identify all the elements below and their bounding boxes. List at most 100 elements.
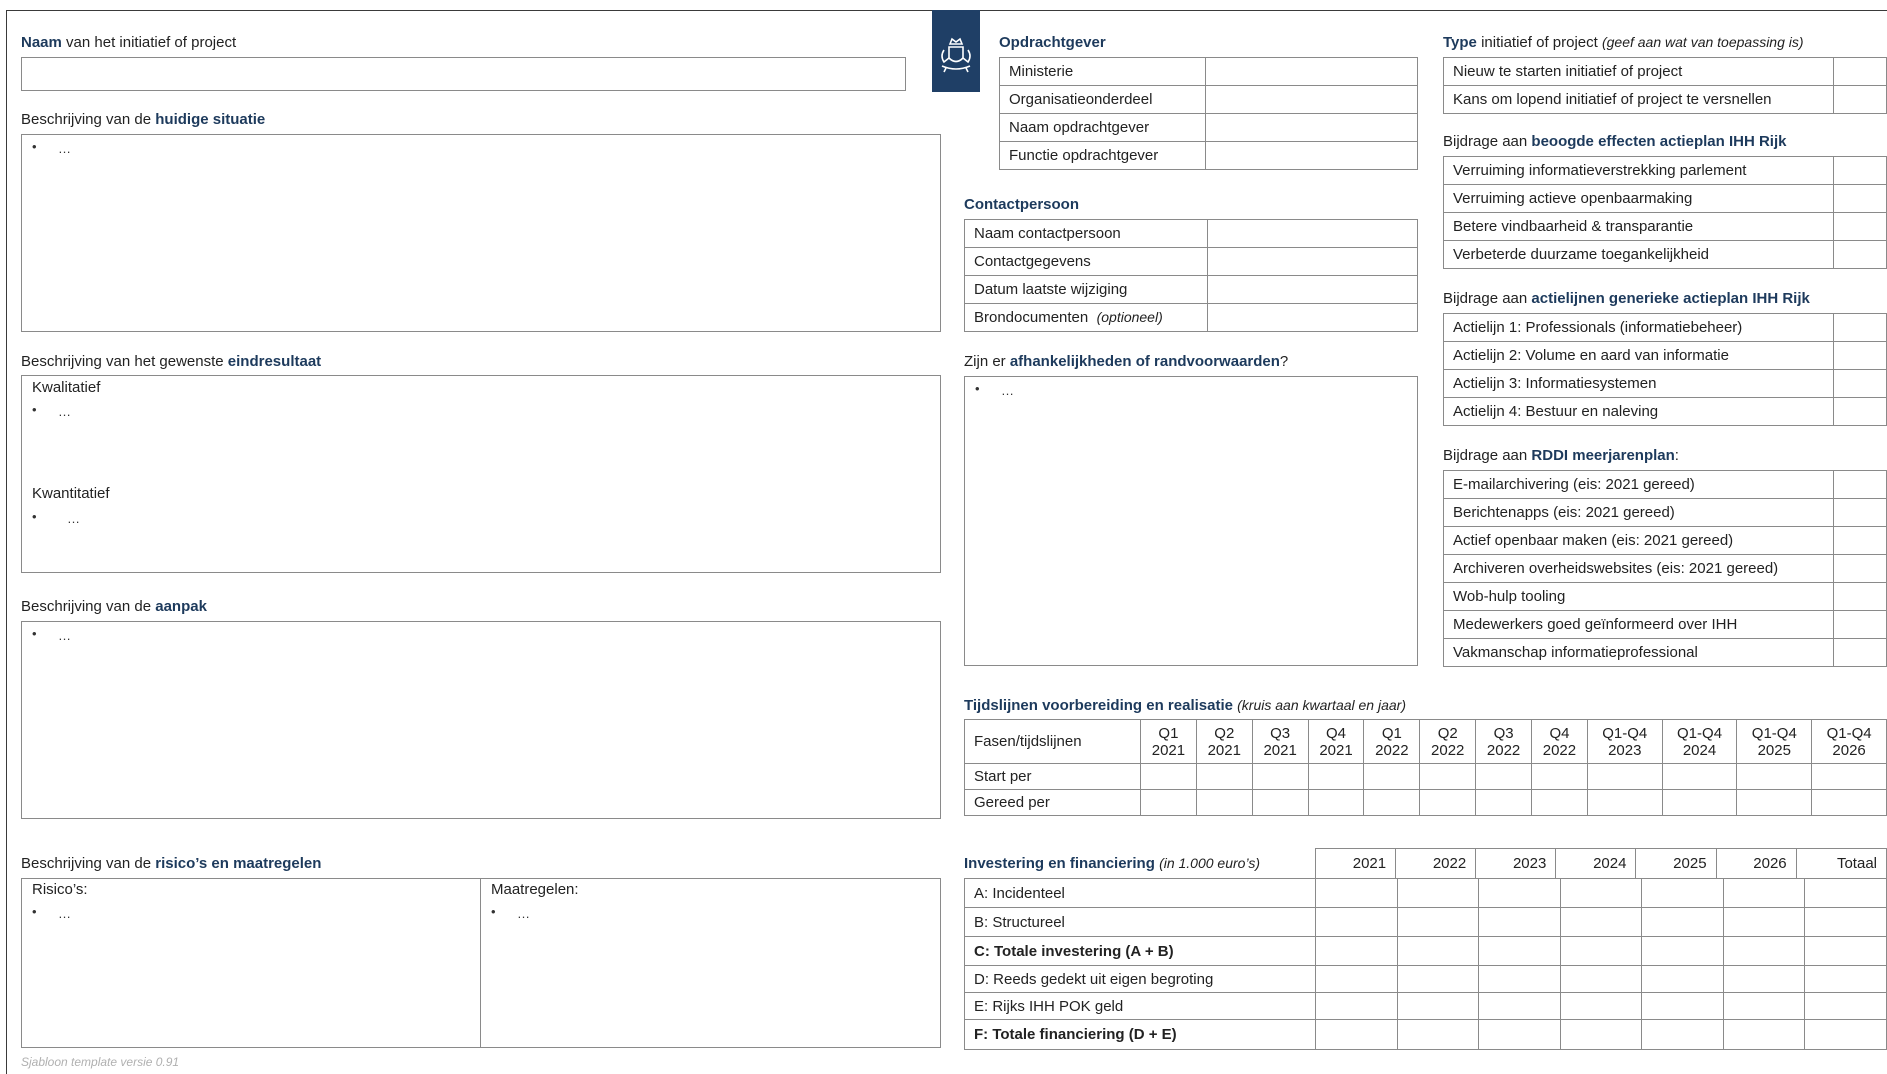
check-cell[interactable] <box>1833 397 1887 426</box>
tick-cell[interactable] <box>1307 789 1365 816</box>
amount-cell[interactable] <box>1396 992 1480 1020</box>
tick-cell[interactable] <box>1531 789 1588 816</box>
amount-cell[interactable] <box>1804 907 1887 937</box>
amount-cell[interactable] <box>1559 992 1643 1020</box>
amount-cell[interactable] <box>1478 907 1561 937</box>
amount-cell[interactable] <box>1641 878 1724 908</box>
amount-cell[interactable] <box>1641 1019 1724 1050</box>
value-cell[interactable] <box>1207 247 1418 276</box>
amount-cell[interactable] <box>1641 965 1724 993</box>
check-cell[interactable] <box>1833 184 1887 213</box>
afhankelijkheden-field[interactable]: • … <box>964 376 1418 666</box>
tick-cell[interactable] <box>1661 763 1738 790</box>
value-cell[interactable] <box>1205 113 1418 142</box>
tick-cell[interactable] <box>1661 789 1738 816</box>
check-cell[interactable] <box>1833 240 1887 269</box>
tick-cell[interactable] <box>1736 763 1813 790</box>
amount-cell[interactable] <box>1559 1019 1643 1050</box>
check-cell[interactable] <box>1833 638 1887 667</box>
value-cell[interactable] <box>1207 219 1418 248</box>
amount-cell[interactable] <box>1396 1019 1480 1050</box>
check-cell[interactable] <box>1833 85 1887 114</box>
tick-cell[interactable] <box>1475 763 1533 790</box>
tick-cell[interactable] <box>1586 789 1663 816</box>
tick-cell[interactable] <box>1307 763 1365 790</box>
amount-cell[interactable] <box>1315 907 1398 937</box>
check-cell[interactable] <box>1833 341 1887 370</box>
amount-cell[interactable] <box>1559 965 1643 993</box>
value-cell[interactable] <box>1207 275 1418 304</box>
amount-cell[interactable] <box>1722 936 1806 966</box>
check-cell[interactable] <box>1833 610 1887 639</box>
value-cell[interactable] <box>1207 303 1418 332</box>
amount-cell[interactable] <box>1804 878 1887 908</box>
amount-cell[interactable] <box>1722 992 1806 1020</box>
huidige-situatie-field[interactable]: • … <box>21 134 941 332</box>
tick-cell[interactable] <box>1195 789 1253 816</box>
eindresultaat-field[interactable]: Kwalitatief • … Kwantitatief • … <box>21 375 941 573</box>
amount-cell[interactable] <box>1559 878 1643 908</box>
value-cell[interactable] <box>1205 57 1418 86</box>
amount-cell[interactable] <box>1478 992 1561 1020</box>
check-cell[interactable] <box>1833 470 1887 499</box>
amount-cell[interactable] <box>1315 878 1398 908</box>
check-cell[interactable] <box>1833 582 1887 611</box>
amount-cell[interactable] <box>1396 936 1480 966</box>
bullet: • <box>975 381 980 396</box>
check-cell[interactable] <box>1833 554 1887 583</box>
value-cell[interactable] <box>1205 85 1418 114</box>
amount-cell[interactable] <box>1396 907 1480 937</box>
amount-cell[interactable] <box>1478 965 1561 993</box>
amount-cell[interactable] <box>1722 1019 1806 1050</box>
amount-cell[interactable] <box>1722 907 1806 937</box>
check-cell[interactable] <box>1833 498 1887 527</box>
maatregelen-field[interactable]: Maatregelen: • … <box>480 878 941 1048</box>
tick-cell[interactable] <box>1363 789 1421 816</box>
amount-cell[interactable] <box>1559 907 1643 937</box>
amount-cell[interactable] <box>1478 1019 1561 1050</box>
amount-cell[interactable] <box>1478 878 1561 908</box>
tick-cell[interactable] <box>1811 789 1887 816</box>
tick-cell[interactable] <box>1419 763 1477 790</box>
tick-cell[interactable] <box>1475 789 1533 816</box>
amount-cell[interactable] <box>1396 878 1480 908</box>
check-cell[interactable] <box>1833 369 1887 398</box>
tick-cell[interactable] <box>1419 789 1477 816</box>
amount-cell[interactable] <box>1804 992 1887 1020</box>
amount-cell[interactable] <box>1722 965 1806 993</box>
amount-cell[interactable] <box>1804 965 1887 993</box>
check-cell[interactable] <box>1833 212 1887 241</box>
amount-cell[interactable] <box>1396 965 1480 993</box>
check-cell[interactable] <box>1833 526 1887 555</box>
amount-cell[interactable] <box>1315 992 1398 1020</box>
period-header: Q1-Q4 2026 <box>1811 719 1887 764</box>
amount-cell[interactable] <box>1641 907 1724 937</box>
tick-cell[interactable] <box>1531 763 1588 790</box>
amount-cell[interactable] <box>1722 878 1806 908</box>
amount-cell[interactable] <box>1559 936 1643 966</box>
value-cell[interactable] <box>1205 141 1418 170</box>
tick-cell[interactable] <box>1195 763 1253 790</box>
naam-input[interactable] <box>21 57 906 91</box>
amount-cell[interactable] <box>1315 936 1398 966</box>
tick-cell[interactable] <box>1251 789 1309 816</box>
amount-cell[interactable] <box>1804 1019 1887 1050</box>
amount-cell[interactable] <box>1804 936 1887 966</box>
amount-cell[interactable] <box>1641 936 1724 966</box>
aanpak-field[interactable]: • … <box>21 621 941 819</box>
tick-cell[interactable] <box>1363 763 1421 790</box>
tick-cell[interactable] <box>1586 763 1663 790</box>
check-cell[interactable] <box>1833 57 1887 86</box>
check-cell[interactable] <box>1833 313 1887 342</box>
tick-cell[interactable] <box>1251 763 1309 790</box>
amount-cell[interactable] <box>1478 936 1561 966</box>
risicos-field[interactable]: Risico’s: • … <box>21 878 481 1048</box>
amount-cell[interactable] <box>1641 992 1724 1020</box>
tick-cell[interactable] <box>1736 789 1813 816</box>
check-cell[interactable] <box>1833 156 1887 185</box>
tick-cell[interactable] <box>1811 763 1887 790</box>
amount-cell[interactable] <box>1315 1019 1398 1050</box>
tick-cell[interactable] <box>1140 763 1197 790</box>
amount-cell[interactable] <box>1315 965 1398 993</box>
tick-cell[interactable] <box>1140 789 1197 816</box>
